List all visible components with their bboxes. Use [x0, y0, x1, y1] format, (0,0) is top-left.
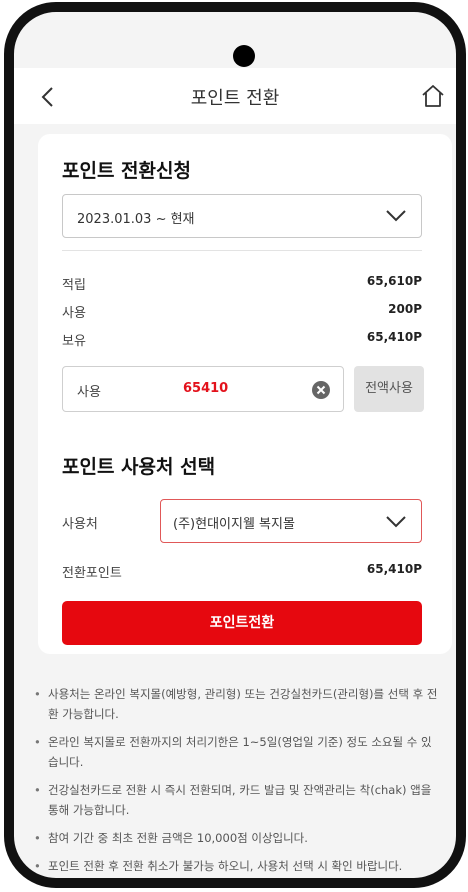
camera-notch — [233, 45, 255, 67]
page-title: 포인트 전환 — [190, 88, 280, 109]
divider — [62, 250, 422, 251]
chevron-down-icon — [386, 516, 406, 528]
list-item: 온라인 복지몰로 전환까지의 처리기한은 1~5일(영업일 기준) 정도 소요될… — [34, 732, 438, 772]
held-label: 보유 — [62, 334, 86, 349]
list-item: 포인트 전환 후 전환 취소가 불가능 하오니, 사용처 선택 시 확인 바랍니… — [34, 856, 438, 876]
destination-label: 사용처 — [62, 517, 98, 532]
destination-value: (주)현대이지웰 복지몰 — [173, 517, 295, 532]
earned-label: 적립 — [62, 278, 86, 293]
used-label: 사용 — [62, 306, 86, 321]
used-row: 사용 200P — [62, 302, 422, 322]
convert-row: 전환포인트 65,410P — [62, 562, 422, 582]
earned-row: 적립 65,610P — [62, 274, 422, 294]
period-select[interactable]: 2023.01.03 ~ 현재 — [62, 194, 422, 238]
home-icon[interactable] — [420, 83, 446, 109]
destination-heading: 포인트 사용처 선택 — [62, 456, 216, 478]
apply-heading: 포인트 전환신청 — [62, 160, 191, 182]
use-label: 사용 — [77, 385, 101, 400]
held-row: 보유 65,410P — [62, 330, 422, 350]
app-header: 포인트 전환 — [14, 68, 456, 124]
chevron-down-icon — [386, 210, 406, 222]
period-value: 2023.01.03 ~ 현재 — [77, 212, 195, 227]
destination-select[interactable]: (주)현대이지웰 복지몰 — [160, 499, 422, 543]
use-all-button[interactable]: 전액사용 — [354, 366, 424, 412]
use-amount-value: 65410 — [183, 381, 229, 396]
used-value: 200P — [388, 302, 422, 316]
point-card: 포인트 전환신청 2023.01.03 ~ 현재 적립 65,610P 사용 2… — [38, 134, 452, 654]
destination-row: 사용처 (주)현대이지웰 복지몰 — [62, 499, 422, 543]
list-item: 참여 기간 중 최초 전환 금액은 10,000점 이상입니다. — [34, 828, 438, 848]
convert-label: 전환포인트 — [62, 566, 122, 581]
notes-list: 사용처는 온라인 복지몰(예방형, 관리형) 또는 건강실천카드(관리형)를 선… — [34, 684, 438, 878]
held-value: 65,410P — [366, 330, 422, 344]
use-amount-input[interactable]: 사용 65410 — [62, 366, 344, 412]
list-item: 사용처는 온라인 복지몰(예방형, 관리형) 또는 건강실천카드(관리형)를 선… — [34, 684, 438, 724]
list-item: 건강실천카드로 전환 시 즉시 전환되며, 카드 발급 및 잔액관리는 착(ch… — [34, 780, 438, 820]
earned-value: 65,610P — [366, 274, 422, 288]
convert-submit-button[interactable]: 포인트전환 — [62, 601, 422, 645]
phone-frame: 포인트 전환 포인트 전환신청 2023.01.03 ~ 현재 적립 65,61… — [4, 2, 466, 888]
convert-value: 65,410P — [366, 562, 422, 576]
clear-icon[interactable] — [311, 380, 331, 400]
